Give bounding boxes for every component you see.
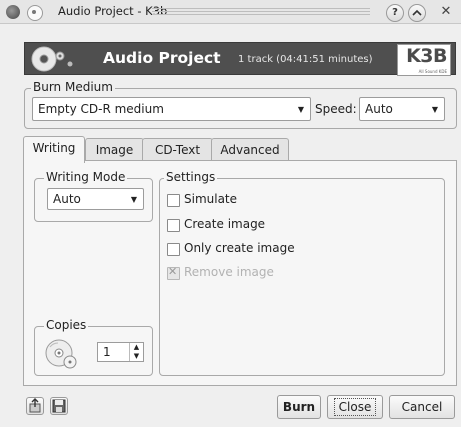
create-image-label: Create image <box>184 217 266 231</box>
chevron-down-icon: ▼ <box>431 105 439 114</box>
writing-mode-select[interactable]: Auto ▼ <box>47 188 144 210</box>
copies-legend: Copies <box>44 318 89 332</box>
chevron-down-icon: ▼ <box>130 195 138 204</box>
window-title: Audio Project - K3b <box>58 4 168 18</box>
copies-value: 1 <box>103 345 111 359</box>
chevron-down-icon: ▼ <box>297 105 305 114</box>
load-settings-button[interactable] <box>26 397 44 415</box>
writing-mode-legend: Writing Mode <box>44 170 128 184</box>
window-titlebar[interactable]: Audio Project - K3b ? ✕ <box>0 0 461 24</box>
only-create-image-label: Only create image <box>184 241 295 255</box>
minimize-icon[interactable] <box>408 4 426 22</box>
burn-medium-value: Empty CD-R medium <box>38 102 164 116</box>
pin-icon[interactable] <box>27 5 43 21</box>
speed-label: Speed: <box>315 102 357 116</box>
spin-up-icon[interactable]: ▲ <box>129 343 143 352</box>
tab-writing[interactable]: Writing <box>23 136 85 163</box>
spin-down-icon[interactable]: ▼ <box>129 352 143 361</box>
help-icon[interactable]: ? <box>386 4 404 22</box>
titlebar-grip <box>152 8 370 16</box>
window-menu-icon[interactable] <box>6 5 20 19</box>
save-settings-icon <box>52 399 66 413</box>
remove-image-label: Remove image <box>184 265 274 279</box>
speed-value: Auto <box>365 102 393 116</box>
save-settings-button[interactable] <box>50 397 68 415</box>
close-button[interactable]: Close <box>327 395 383 419</box>
burn-medium-legend: Burn Medium <box>31 80 115 94</box>
cd-copy-icon <box>45 339 77 369</box>
settings-legend: Settings <box>164 170 218 184</box>
simulate-label: Simulate <box>184 192 238 206</box>
load-settings-icon <box>29 398 41 413</box>
project-summary: 1 track (04:41:51 minutes) <box>238 54 373 65</box>
close-icon[interactable]: ✕ <box>437 3 455 21</box>
cancel-button[interactable]: Cancel <box>389 395 455 419</box>
project-header: Audio Project 1 track (04:41:51 minutes)… <box>24 42 456 76</box>
k3b-logo: K3B All Sound KDE <box>397 44 451 76</box>
audio-cd-icon <box>31 46 73 72</box>
writing-mode-value: Auto <box>53 192 81 206</box>
speed-select[interactable]: Auto ▼ <box>359 97 445 121</box>
burn-button[interactable]: Burn <box>277 395 321 419</box>
copies-spinbox[interactable]: 1 ▲ ▼ <box>97 342 144 362</box>
burn-medium-select[interactable]: Empty CD-R medium ▼ <box>32 97 311 121</box>
project-title: Audio Project <box>103 49 221 67</box>
